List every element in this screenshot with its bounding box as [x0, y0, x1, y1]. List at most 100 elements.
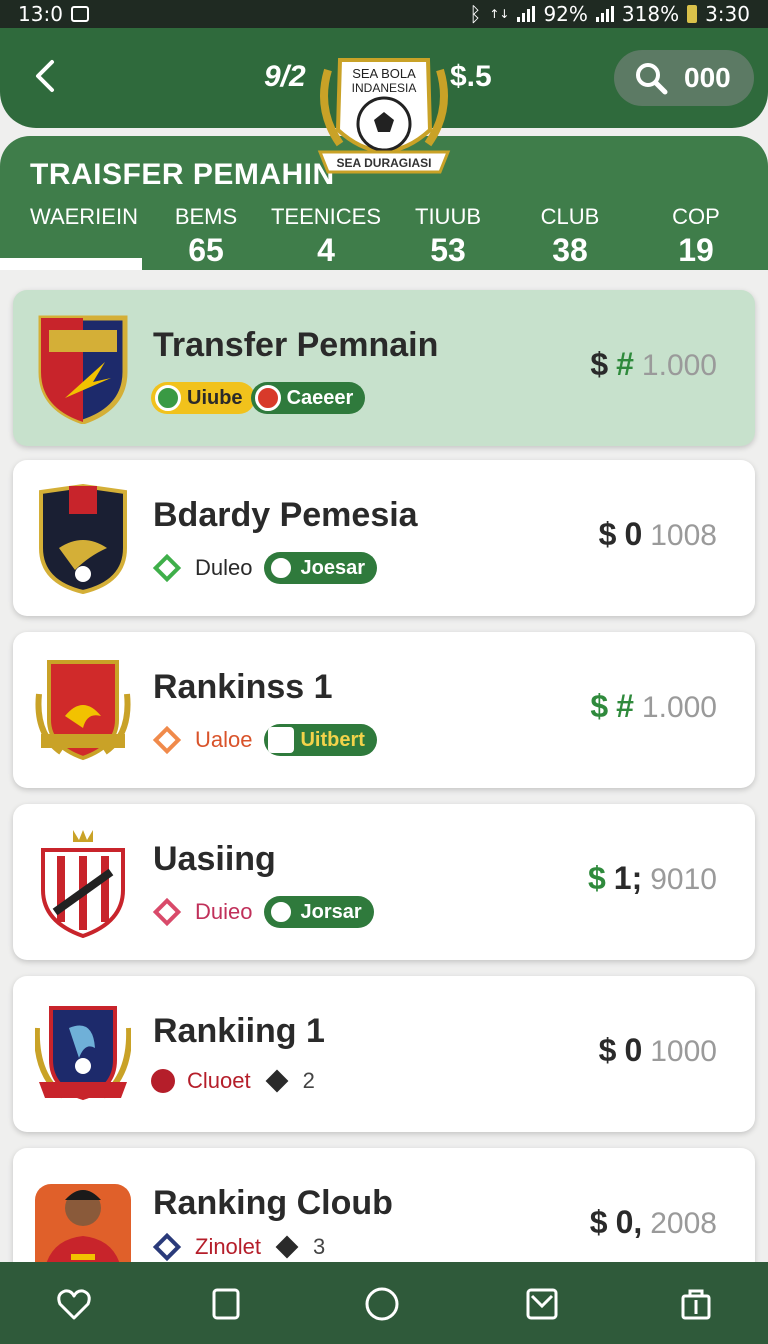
- diamond-icon: [152, 1232, 182, 1262]
- tag-count: 3: [313, 1234, 326, 1259]
- back-chevron-icon[interactable]: [28, 56, 64, 96]
- tag-label: Jorsar: [300, 900, 362, 923]
- stat-label: BEMS: [174, 204, 238, 229]
- list-item[interactable]: Uasiing Duieo Jorsar $ 1; 9010: [13, 804, 755, 960]
- item-price: $ 0 1008: [599, 516, 717, 553]
- bluetooth-icon: ᛒ: [469, 2, 482, 26]
- list-item[interactable]: Rankiing 1 Cluoet 2 $ 0 1000: [13, 976, 755, 1132]
- badge-icon: [268, 727, 295, 753]
- tab-stat-3[interactable]: TEENICES 4: [270, 204, 382, 269]
- tag-label: Joesar: [300, 556, 365, 579]
- price-value: 9010: [650, 863, 717, 896]
- battery-icon: [687, 5, 698, 23]
- tag-label: Zinolet: [195, 1234, 262, 1259]
- diamond-icon: [152, 897, 182, 927]
- stat-label: TEENICES: [270, 204, 382, 229]
- stat-value: 19: [678, 232, 714, 268]
- item-price: $ # 1.000: [590, 688, 717, 725]
- price-value: 2008: [650, 1207, 717, 1240]
- price-value: 1000: [650, 1035, 717, 1068]
- price-prefix: 1;: [613, 860, 643, 896]
- tag-label: Caeeer: [286, 386, 354, 409]
- item-price: $ 0 1000: [599, 1032, 717, 1069]
- item-price: $ # 1.000: [590, 346, 717, 383]
- tag-label: Duieo: [195, 899, 253, 924]
- price-prefix: #: [616, 346, 634, 382]
- currency-symbol: $: [588, 860, 606, 896]
- circle-icon[interactable]: [364, 1286, 400, 1322]
- status-percent-2: 318%: [621, 2, 680, 26]
- currency-symbol: $: [598, 1032, 617, 1068]
- tag-label: Ualoe: [195, 727, 253, 752]
- stat-value: 38: [552, 232, 588, 268]
- bottom-navigation: [0, 1262, 768, 1344]
- list-item[interactable]: Bdardy Pemesia Duleo Joesar $ 0 1008: [13, 460, 755, 616]
- tab-stat-2[interactable]: BEMS 65: [166, 204, 246, 269]
- item-name: Bdardy Pemesia: [153, 496, 418, 534]
- badge-icon: [254, 385, 281, 411]
- price-value: 1.000: [641, 349, 717, 382]
- stat-value: 4: [317, 232, 335, 268]
- search-button[interactable]: 000: [614, 50, 754, 106]
- status-clock-right: 3:30: [705, 2, 750, 26]
- player-avatar: [35, 1184, 131, 1262]
- stat-value: 65: [188, 232, 224, 268]
- tab-stat-1[interactable]: WAERIEIN: [30, 204, 138, 232]
- stat-label: TIUUB: [415, 204, 481, 229]
- currency-symbol: $: [590, 346, 609, 382]
- logo-text-top: SEA BOLA: [352, 66, 416, 81]
- mail-icon[interactable]: [524, 1286, 560, 1322]
- stat-label: COP: [672, 204, 720, 229]
- diamond-icon: [152, 553, 182, 583]
- badge-icon: [268, 555, 295, 581]
- active-tab-indicator: [0, 258, 142, 270]
- signal-icon-2: [595, 6, 614, 22]
- data-arrows: ↑↓: [489, 7, 510, 21]
- currency-symbol: $: [589, 1204, 608, 1240]
- heart-icon[interactable]: [56, 1286, 92, 1322]
- badge-icon: [155, 385, 181, 411]
- signal-icon: [517, 6, 536, 22]
- stat-label: WAERIEIN: [30, 204, 138, 229]
- search-value: 000: [684, 62, 731, 93]
- item-name: Transfer Pemnain: [153, 326, 439, 364]
- currency-symbol: $: [598, 516, 617, 552]
- tab-stat-4[interactable]: TIUUB 53: [410, 204, 486, 269]
- price-value: 1008: [650, 519, 717, 552]
- currency-symbol: $: [590, 688, 609, 724]
- price-prefix: #: [616, 688, 634, 724]
- logo-text-mid: INDANESIA: [352, 81, 417, 95]
- price-prefix: 0: [624, 516, 643, 552]
- tag-label: Duleo: [195, 555, 253, 580]
- list-item[interactable]: Transfer Pemnain Uiube Caeeer $ # 1.000: [13, 290, 755, 446]
- tag-pill: Uiube: [151, 382, 255, 414]
- square-icon[interactable]: [208, 1286, 244, 1322]
- club-crest-icon: [41, 830, 125, 938]
- transfer-list: Transfer Pemnain Uiube Caeeer $ # 1.000 …: [0, 270, 768, 1262]
- club-crest-icon: [35, 660, 131, 761]
- item-name: Uasiing: [153, 840, 276, 878]
- stat-label: CLUB: [540, 204, 600, 229]
- badge-icon: [268, 899, 295, 925]
- app-logo: SEA BOLA INDANESIA SEA DURAGIASI: [317, 58, 451, 174]
- stat-value: 53: [430, 232, 466, 268]
- tag-label: Uiube: [187, 386, 243, 409]
- tab-stat-6[interactable]: COP 19: [664, 204, 728, 269]
- price-value: 1.000: [641, 691, 717, 724]
- club-crest-icon: [39, 483, 127, 594]
- diamond-icon: [152, 725, 182, 755]
- item-name: Ranking Cloub: [153, 1184, 393, 1222]
- item-name: Rankiing 1: [153, 1012, 325, 1050]
- search-icon: [636, 63, 668, 95]
- list-item[interactable]: Ranking Cloub Zinolet 3 $ 0, 2008: [13, 1148, 755, 1262]
- tag-label: Uitbert: [300, 728, 365, 751]
- tag-pill: Caeeer: [250, 382, 366, 414]
- bag-icon[interactable]: [678, 1286, 714, 1322]
- tag-icon: [275, 1235, 299, 1259]
- price-prefix: 0: [624, 1032, 643, 1068]
- tag-label: Cluoet: [187, 1068, 251, 1093]
- tab-stat-5[interactable]: CLUB 38: [534, 204, 606, 269]
- status-percent-1: 92%: [543, 2, 588, 26]
- list-item[interactable]: Rankinss 1 Ualoe Uitbert $ # 1.000: [13, 632, 755, 788]
- tag-pill: Joesar: [264, 552, 377, 584]
